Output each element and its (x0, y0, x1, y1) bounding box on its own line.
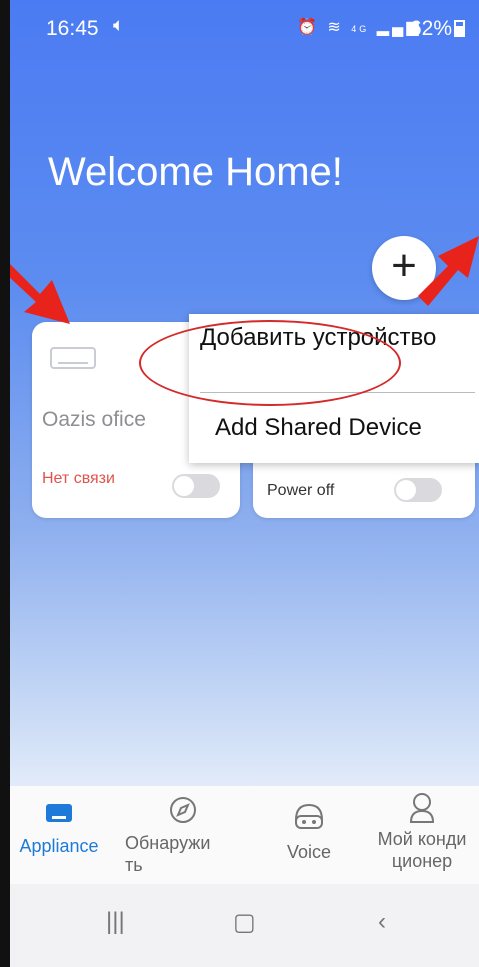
user-icon (409, 793, 435, 823)
appliance-icon (46, 804, 72, 822)
tab-appliance[interactable]: Appliance (16, 802, 102, 857)
battery-icon (454, 20, 465, 37)
menu-item-add-shared-device[interactable]: Add Shared Device (215, 414, 422, 442)
status-bar: 16:45 🔈︎ ⏰ ≋ 4G ▂▄▆ 62% (10, 0, 479, 58)
power-toggle[interactable] (394, 478, 442, 502)
system-navigation-bar: ||| ▢ ‹ (10, 884, 479, 967)
phone-frame: 16:45 🔈︎ ⏰ ≋ 4G ▂▄▆ 62% Welcome Home! + … (0, 0, 479, 967)
tab-voice[interactable]: Voice (274, 802, 344, 863)
device-status: Нет связи (42, 470, 115, 487)
tab-discover[interactable]: Обнаружи ть (125, 796, 235, 876)
status-time: 16:45 (46, 17, 99, 40)
annotation-ellipse (139, 320, 401, 406)
page-title: Welcome Home! (48, 150, 343, 194)
tab-label: Мой конди ционер (377, 829, 467, 871)
device-name: Oazis ofice (42, 408, 146, 431)
bottom-navigation: Appliance Обнаружи ть Voice Мой конди ци… (10, 786, 479, 884)
tab-label: Обнаружи ть (125, 833, 211, 875)
wifi-icon: ≋ (327, 19, 344, 36)
volume-icon: 🔈︎ (113, 15, 125, 36)
alarm-icon: ⏰ (297, 19, 320, 36)
annotation-arrow-right (418, 236, 479, 306)
network-type: 4G (351, 24, 370, 34)
annotation-arrow-left (10, 264, 70, 324)
compass-icon (170, 797, 196, 823)
plus-icon: + (391, 241, 417, 290)
back-icon[interactable]: ‹ (378, 908, 386, 936)
tab-label: Appliance (19, 836, 99, 856)
status-icons: ⏰ ≋ 4G ▂▄▆ (297, 17, 422, 37)
recents-icon[interactable]: ||| (106, 908, 125, 936)
voice-icon (295, 803, 323, 829)
device-status: Power off (267, 482, 335, 499)
battery-level: 62% (410, 17, 453, 40)
tab-my-ac[interactable]: Мой конди ционер (365, 792, 479, 872)
left-edge (0, 0, 10, 967)
power-toggle[interactable] (172, 474, 220, 498)
home-icon[interactable]: ▢ (233, 908, 256, 937)
air-conditioner-icon (50, 347, 96, 369)
app-screen: 16:45 🔈︎ ⏰ ≋ 4G ▂▄▆ 62% Welcome Home! + … (10, 0, 479, 967)
tab-label: Voice (286, 842, 332, 862)
